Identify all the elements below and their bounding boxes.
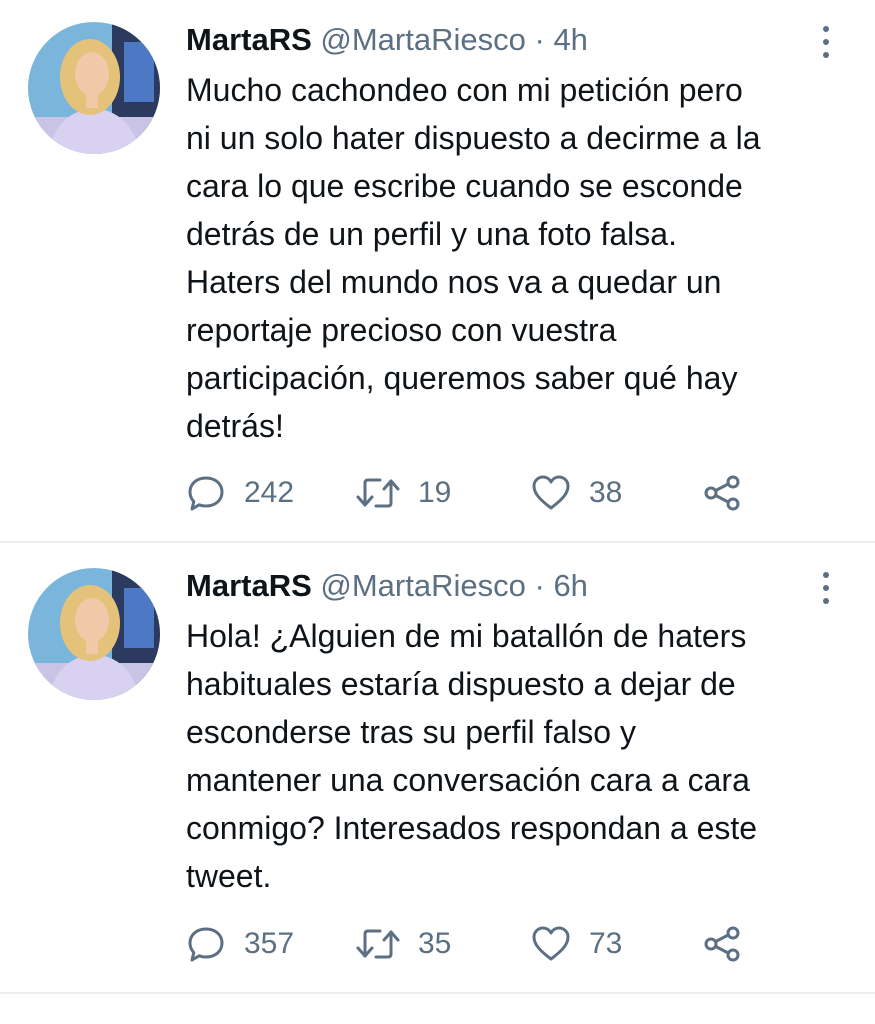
avatar[interactable] [28, 568, 160, 700]
tweet-header: MartaRS @MartaRiesco · 4h [186, 22, 588, 58]
tweet-time[interactable]: 6h [553, 568, 587, 603]
more-vertical-icon[interactable] [812, 568, 840, 612]
avatar[interactable] [28, 22, 160, 154]
heart-icon [532, 926, 570, 961]
tweet-time[interactable]: 4h [553, 22, 587, 57]
retweet-button[interactable]: 35 [356, 924, 451, 964]
share-button[interactable] [702, 924, 742, 964]
separator-dot: · [534, 22, 545, 57]
reply-icon [188, 927, 224, 962]
like-count: 38 [589, 476, 623, 509]
reply-button[interactable]: 242 [186, 473, 294, 513]
share-icon [704, 926, 740, 962]
separator-dot: · [534, 568, 545, 603]
reply-count: 357 [244, 927, 295, 960]
like-count: 73 [589, 927, 623, 960]
retweet-count: 35 [418, 927, 452, 960]
avatar-image [28, 22, 160, 154]
avatar-image [28, 568, 160, 700]
share-icon [704, 475, 740, 511]
retweet-icon [356, 478, 400, 508]
reply-icon [188, 476, 224, 511]
tweet-divider [0, 541, 875, 543]
tweet-2[interactable]: MartaRS @MartaRiesco · 6h Hola! ¿Alguien… [0, 546, 875, 991]
tweet-1[interactable]: MartaRS @MartaRiesco · 4h Mucho cachonde… [0, 0, 875, 540]
tweet-text: Hola! ¿Alguien de mi batallón de haters … [186, 618, 758, 894]
tweet-text: Mucho cachondeo con mi petición pero ni … [186, 72, 761, 444]
author-handle[interactable]: @MartaRiesco [320, 22, 525, 57]
author-name[interactable]: MartaRS [186, 22, 312, 57]
author-name[interactable]: MartaRS [186, 568, 312, 603]
author-handle[interactable]: @MartaRiesco [320, 568, 525, 603]
tweet-divider [0, 992, 875, 994]
heart-icon [532, 475, 570, 510]
like-button[interactable]: 38 [531, 473, 622, 513]
retweet-button[interactable]: 19 [356, 473, 451, 513]
reply-count: 242 [244, 476, 295, 509]
share-button[interactable] [702, 473, 742, 513]
like-button[interactable]: 73 [531, 924, 622, 964]
retweet-count: 19 [418, 476, 452, 509]
reply-button[interactable]: 357 [186, 924, 294, 964]
tweet-header: MartaRS @MartaRiesco · 6h [186, 568, 588, 604]
retweet-icon [356, 929, 400, 959]
more-vertical-icon[interactable] [812, 22, 840, 66]
